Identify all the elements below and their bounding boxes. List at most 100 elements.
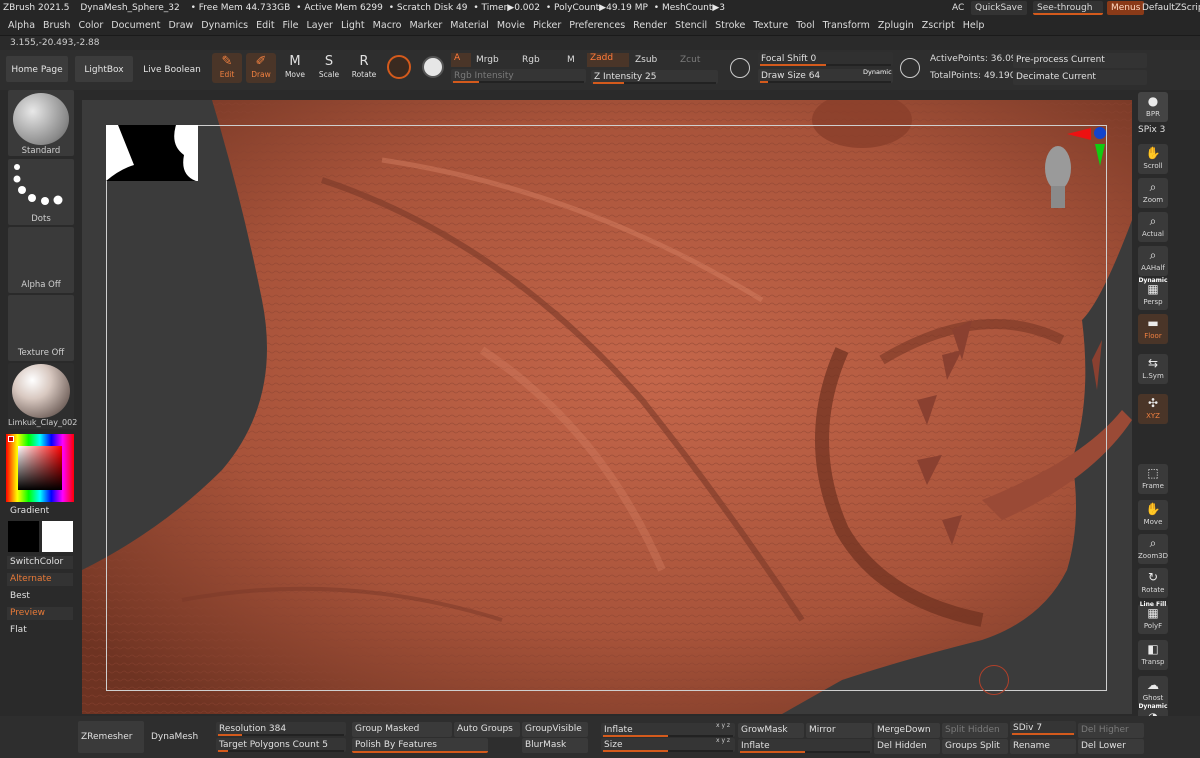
draw-mode-button[interactable]: ✐ Draw	[246, 53, 276, 83]
mrgb-toggle[interactable]: Mrgb	[476, 55, 499, 65]
menu-zscript[interactable]: Zscript	[918, 16, 959, 36]
shelf-persp-button[interactable]: ▦ Persp	[1138, 280, 1168, 310]
shelf-zoom3d-button[interactable]: ⌕ Zoom3D	[1138, 534, 1168, 564]
menu-texture[interactable]: Texture	[749, 16, 792, 36]
size-slider[interactable]: Size	[601, 738, 735, 752]
zremesher-button[interactable]: ZRemesher	[78, 721, 144, 753]
material-selector[interactable]: Limkuk_Clay_002	[8, 363, 77, 429]
shelf-aahalf-button[interactable]: ⌕ AAHalf	[1138, 246, 1168, 276]
zadd-toggle[interactable]: Zadd	[587, 53, 629, 67]
shelf-move-button[interactable]: ✋ Move	[1138, 500, 1168, 530]
sdiv-slider[interactable]: SDiv 7	[1010, 721, 1076, 735]
menu-file[interactable]: File	[279, 16, 303, 36]
stroke-selector[interactable]: Dots	[8, 159, 74, 225]
shelf-transp-button[interactable]: ◧ Transp	[1138, 640, 1168, 670]
brush-selector[interactable]: Standard	[8, 90, 74, 156]
persp-dynamic-label[interactable]: Dynamic	[1138, 277, 1168, 284]
rgb-intensity-slider[interactable]: Rgb Intensity	[451, 69, 586, 83]
texture-selector[interactable]: Texture Off	[8, 295, 74, 361]
alternate-toggle[interactable]: Alternate	[7, 573, 73, 586]
polish-by-features-slider[interactable]: Polish By Features	[352, 738, 488, 753]
menu-layer[interactable]: Layer	[302, 16, 337, 36]
menu-help[interactable]: Help	[959, 16, 989, 36]
move-mode-button[interactable]: M Move	[280, 53, 310, 83]
menu-document[interactable]: Document	[107, 16, 164, 36]
shelf-actual-button[interactable]: ⌕ Actual	[1138, 212, 1168, 242]
target-polygons-slider[interactable]: Target Polygons Count 5	[216, 738, 346, 752]
focal-shift-slider[interactable]: Focal Shift 0	[758, 52, 893, 66]
inflate-axis-toggle[interactable]: x y z	[716, 722, 730, 729]
preview-render-button[interactable]: Preview	[7, 607, 73, 620]
secondary-color-swatch[interactable]	[8, 521, 39, 552]
resolution-slider[interactable]: Resolution 384	[216, 722, 346, 736]
menus-toggle[interactable]: Menus	[1107, 1, 1145, 15]
shelf-xyz-button[interactable]: ✣ XYZ	[1138, 394, 1168, 424]
mirror-button[interactable]: Mirror	[806, 723, 872, 738]
rgb-toggle[interactable]: Rgb	[522, 55, 540, 65]
menu-marker[interactable]: Marker	[405, 16, 446, 36]
z-intensity-slider[interactable]: Z Intensity 25	[591, 70, 718, 84]
menu-zplugin[interactable]: Zplugin	[874, 16, 918, 36]
default-zscript-button[interactable]: DefaultZScript	[1142, 0, 1200, 16]
menu-render[interactable]: Render	[629, 16, 671, 36]
switch-color-button[interactable]: SwitchColor	[7, 556, 73, 569]
menu-transform[interactable]: Transform	[819, 16, 874, 36]
grow-mask-button[interactable]: GrowMask	[738, 723, 804, 738]
menu-edit[interactable]: Edit	[252, 16, 278, 36]
preprocess-current-button[interactable]: Pre-process Current	[1013, 53, 1147, 68]
inflate-slider[interactable]: Inflate	[601, 723, 735, 737]
inflate-slider-2[interactable]: Inflate	[738, 739, 872, 753]
menu-dynamics[interactable]: Dynamics	[197, 16, 252, 36]
menu-color[interactable]: Color	[74, 16, 107, 36]
live-boolean-button[interactable]: Live Boolean	[140, 56, 204, 82]
quicksave-button[interactable]: QuickSave	[971, 1, 1027, 15]
flat-render-button[interactable]: Flat	[7, 624, 73, 637]
bpr-button[interactable]: ● BPR	[1138, 92, 1168, 122]
split-hidden-button[interactable]: Split Hidden	[942, 723, 1008, 738]
color-picker[interactable]	[6, 434, 74, 502]
menu-preferences[interactable]: Preferences	[565, 16, 629, 36]
size-axis-toggle[interactable]: x y z	[716, 737, 730, 744]
shelf-frame-button[interactable]: ⬚ Frame	[1138, 464, 1168, 494]
rename-button[interactable]: Rename	[1010, 739, 1076, 754]
solo-dynamic-label[interactable]: Dynamic	[1138, 703, 1168, 710]
shelf-scroll-button[interactable]: ✋ Scroll	[1138, 144, 1168, 174]
home-page-button[interactable]: Home Page	[6, 56, 68, 82]
sphere-toggle-icon[interactable]	[422, 56, 444, 78]
m-toggle[interactable]: M	[567, 55, 575, 65]
gizmo-icon[interactable]	[387, 55, 411, 79]
color-handle[interactable]	[8, 436, 14, 442]
dynamic-toggle[interactable]: Dynamic	[863, 68, 892, 76]
decimate-current-button[interactable]: Decimate Current	[1013, 70, 1147, 85]
canvas-viewport[interactable]	[82, 100, 1132, 714]
menu-light[interactable]: Light	[337, 16, 369, 36]
menu-tool[interactable]: Tool	[792, 16, 818, 36]
group-visible-button[interactable]: GroupVisible	[522, 722, 588, 737]
dynamesh-button[interactable]: DynaMesh	[148, 721, 206, 753]
menu-macro[interactable]: Macro	[369, 16, 406, 36]
shelf-polyf-button[interactable]: ▦ PolyF	[1138, 604, 1168, 634]
menu-brush[interactable]: Brush	[39, 16, 74, 36]
group-masked-button[interactable]: Group Masked	[352, 722, 452, 737]
a-toggle[interactable]: A	[451, 53, 471, 67]
auto-groups-button[interactable]: Auto Groups	[454, 722, 520, 737]
primary-color-swatch[interactable]	[42, 521, 73, 552]
ac-button[interactable]: AC	[952, 0, 964, 16]
scale-mode-button[interactable]: S Scale	[314, 53, 344, 83]
blur-mask-button[interactable]: BlurMask	[522, 738, 588, 753]
line-fill-label[interactable]: Line Fill	[1138, 601, 1168, 608]
zcut-toggle[interactable]: Zcut	[680, 55, 700, 65]
menu-picker[interactable]: Picker	[529, 16, 565, 36]
gradient-toggle[interactable]: Gradient	[7, 505, 73, 518]
menu-alpha[interactable]: Alpha	[0, 16, 39, 36]
del-lower-button[interactable]: Del Lower	[1078, 739, 1144, 754]
color-saturation-square[interactable]	[18, 446, 62, 490]
menu-draw[interactable]: Draw	[164, 16, 197, 36]
rotate-mode-button[interactable]: R Rotate	[349, 53, 379, 83]
groups-split-button[interactable]: Groups Split	[942, 739, 1008, 754]
menu-stroke[interactable]: Stroke	[711, 16, 749, 36]
shelf-zoom-button[interactable]: ⌕ Zoom	[1138, 178, 1168, 208]
menu-material[interactable]: Material	[446, 16, 493, 36]
del-higher-button[interactable]: Del Higher	[1078, 723, 1144, 738]
axis-gizmo-icon[interactable]	[1067, 126, 1107, 166]
